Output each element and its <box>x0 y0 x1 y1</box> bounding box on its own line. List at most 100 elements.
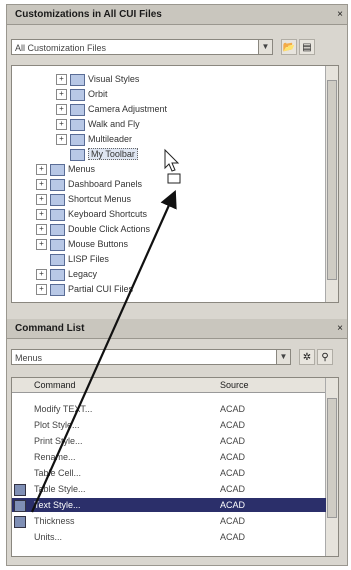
expand-toggle-icon[interactable]: + <box>56 74 67 86</box>
tree-item[interactable]: + Menus <box>36 162 95 176</box>
command-icon <box>14 532 24 542</box>
command-list-panel-title: Command List × <box>7 319 347 339</box>
toolbar-icon <box>70 88 85 101</box>
command-icon <box>14 404 24 414</box>
table-row[interactable]: Plot Style... ACAD <box>12 418 326 432</box>
command-source: ACAD <box>220 436 246 446</box>
command-source: ACAD <box>220 500 246 510</box>
tree-item-label: Legacy <box>68 269 98 279</box>
chevron-down-icon[interactable]: ▼ <box>276 350 290 364</box>
tree-item-label: Menus <box>68 164 96 174</box>
command-source: ACAD <box>220 516 246 526</box>
command-filter-value: Menus <box>15 353 43 363</box>
customizations-panel-title: Customizations in All CUI Files × <box>7 5 347 25</box>
table-row[interactable]: Thickness ACAD <box>12 514 326 528</box>
tree-item-label: Keyboard Shortcuts <box>68 209 148 219</box>
tree-item[interactable]: + Walk and Fly <box>56 117 140 131</box>
tree-item[interactable]: My Toolbar <box>56 147 138 161</box>
tree-item[interactable]: + Double Click Actions <box>36 222 150 236</box>
tree-item[interactable]: + Dashboard Panels <box>36 177 142 191</box>
tree-item-label: Camera Adjustment <box>88 104 168 114</box>
expand-toggle-icon[interactable]: + <box>36 179 47 191</box>
tree-item[interactable]: + Orbit <box>56 87 108 101</box>
expand-toggle-icon[interactable]: + <box>36 284 47 296</box>
tree-item-label: Shortcut Menus <box>68 194 132 204</box>
expand-toggle-icon[interactable]: + <box>36 269 47 281</box>
tree-scroll-thumb[interactable] <box>327 80 337 280</box>
tree-item-label: Multileader <box>88 134 133 144</box>
command-icon <box>14 484 26 496</box>
expand-toggle-icon[interactable]: + <box>56 134 67 146</box>
command-name: Thickness <box>34 516 75 526</box>
command-filter-dropdown[interactable]: Menus ▼ <box>11 349 291 365</box>
tree-item[interactable]: + Partial CUI Files <box>36 282 133 296</box>
toolbar-icon <box>50 208 65 221</box>
chevron-down-icon[interactable]: ▼ <box>258 40 272 54</box>
toolbar-icon <box>70 148 85 161</box>
tree-item[interactable]: + Visual Styles <box>56 72 139 86</box>
expand-toggle-icon[interactable]: + <box>36 239 47 251</box>
column-header-command[interactable]: Command <box>34 378 76 392</box>
expand-toggle-icon[interactable]: + <box>36 164 47 176</box>
command-source: ACAD <box>220 468 246 478</box>
expand-toggle-icon[interactable]: + <box>56 89 67 101</box>
command-icon <box>14 452 24 462</box>
table-row[interactable]: Rename... ACAD <box>12 450 326 464</box>
expand-toggle-icon[interactable]: + <box>36 209 47 221</box>
table-scroll-thumb[interactable] <box>327 398 337 518</box>
tree-item[interactable]: + Camera Adjustment <box>56 102 167 116</box>
save-icon[interactable]: ▤ <box>299 39 315 55</box>
expand-toggle-icon[interactable]: + <box>36 194 47 206</box>
command-source: ACAD <box>220 484 246 494</box>
table-vertical-scrollbar[interactable] <box>325 378 338 556</box>
tree-item-label: Visual Styles <box>88 74 140 84</box>
table-row[interactable]: Units... ACAD <box>12 530 326 544</box>
column-header-source[interactable]: Source <box>220 378 249 392</box>
expand-toggle-icon[interactable]: + <box>56 119 67 131</box>
customization-filter-dropdown[interactable]: All Customization Files ▼ <box>11 39 273 55</box>
tree-item-label: LISP Files <box>68 254 109 264</box>
tree-vertical-scrollbar[interactable] <box>325 66 338 302</box>
close-icon[interactable]: × <box>337 319 343 339</box>
table-row[interactable]: Text Style... ACAD <box>12 498 326 512</box>
tree-item-label: Double Click Actions <box>68 224 151 234</box>
open-file-icon[interactable]: 📂 <box>281 39 297 55</box>
command-name: Print Style... <box>34 436 83 446</box>
expand-toggle-icon[interactable]: + <box>56 104 67 116</box>
tree-item[interactable]: + Keyboard Shortcuts <box>36 207 147 221</box>
tree-item[interactable]: + Legacy <box>36 267 97 281</box>
tree-item[interactable]: + Shortcut Menus <box>36 192 131 206</box>
command-name: Table Style... <box>34 484 86 494</box>
tree-item-label: Walk and Fly <box>88 119 140 129</box>
tree-item[interactable]: + Multileader <box>56 132 132 146</box>
new-command-icon[interactable]: ✲ <box>299 349 315 365</box>
toolbar-icon <box>50 253 65 266</box>
command-list-table[interactable]: Command Source Modify TEXT... ACAD Plot St… <box>11 377 339 557</box>
command-source: ACAD <box>220 404 246 414</box>
tree-item-label: Orbit <box>88 89 108 99</box>
close-icon[interactable]: × <box>337 5 343 25</box>
command-list-title-text: Command List <box>15 323 85 334</box>
table-row[interactable]: Table Style... ACAD <box>12 482 326 496</box>
table-row[interactable]: Modify TEXT... ACAD <box>12 402 326 416</box>
expand-toggle-icon[interactable]: + <box>36 224 47 236</box>
command-icon <box>14 468 24 478</box>
table-row[interactable]: Print Style... ACAD <box>12 434 326 448</box>
find-command-icon[interactable]: ⚲ <box>317 349 333 365</box>
command-name: Plot Style... <box>34 420 80 430</box>
tree-item-label: Dashboard Panels <box>68 179 143 189</box>
table-row[interactable]: Table Cell... ACAD <box>12 466 326 480</box>
command-name: Units... <box>34 532 63 542</box>
toolbar-icon <box>70 73 85 86</box>
toolbar-icon <box>70 103 85 116</box>
tree-item[interactable]: LISP Files <box>36 252 109 266</box>
toolbar-icon <box>50 223 65 236</box>
toolbar-icon <box>70 133 85 146</box>
tree-item-label: Partial CUI Files <box>68 284 134 294</box>
tree-item-label: Mouse Buttons <box>68 239 129 249</box>
customization-tree[interactable]: + Visual Styles + Orbit + Camera Adjustment + W… <box>11 65 339 303</box>
toolbar-icon <box>50 238 65 251</box>
command-icon <box>14 516 26 528</box>
command-icon <box>14 436 24 446</box>
tree-item[interactable]: + Mouse Buttons <box>36 237 128 251</box>
